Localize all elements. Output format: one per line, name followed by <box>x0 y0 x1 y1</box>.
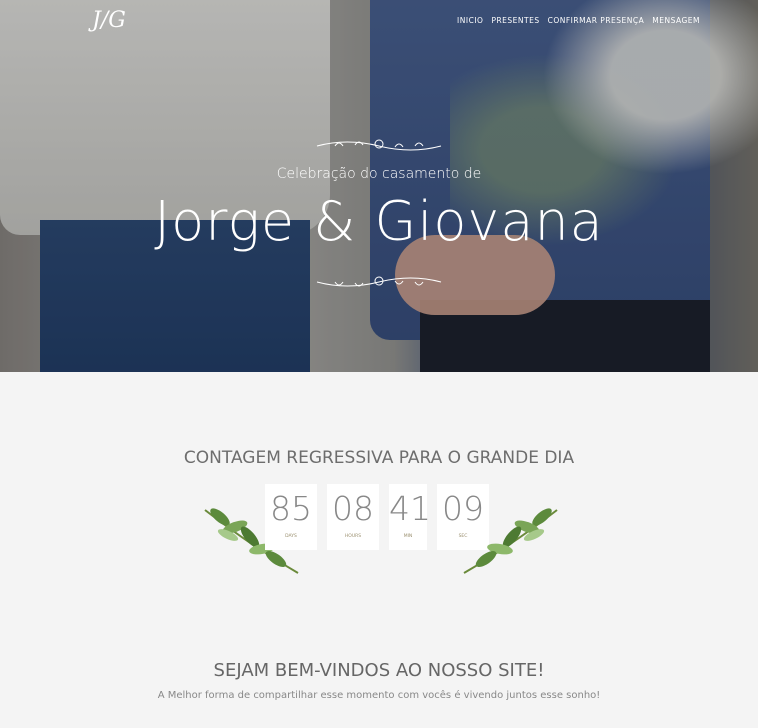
countdown-hours: 08 HOURS <box>327 484 379 550</box>
welcome-title: SEJAM BEM-VINDOS AO NOSSO SITE! <box>213 660 545 681</box>
ornament-top-icon <box>316 139 442 151</box>
countdown-min-label: MIN <box>403 534 413 539</box>
hero-overlay <box>0 0 758 372</box>
nav-confirmar-presenca[interactable]: CONFIRMAR PRESENÇA <box>548 16 645 25</box>
countdown: 85 DAYS 08 HOURS 41 MIN 09 SEC <box>265 484 489 550</box>
couple-names: Jorge & Giovana <box>154 190 604 253</box>
main-nav: INICIO PRESENTES CONFIRMAR PRESENÇA MENS… <box>457 16 700 25</box>
countdown-hours-value: 08 <box>332 489 374 528</box>
countdown-days-label: DAYS <box>285 534 297 539</box>
nav-presentes[interactable]: PRESENTES <box>491 16 539 25</box>
welcome-text: A Melhor forma de compartilhar esse mome… <box>157 690 601 701</box>
countdown-days-value: 85 <box>270 489 312 528</box>
countdown-days: 85 DAYS <box>265 484 317 550</box>
ornament-bottom-icon <box>316 276 442 287</box>
nav-mensagem[interactable]: MENSAGEM <box>652 16 700 25</box>
nav-inicio[interactable]: INICIO <box>457 16 483 25</box>
countdown-min: 41 MIN <box>389 484 431 550</box>
hero-subtitle: Celebração do casamento de <box>276 166 482 182</box>
countdown-title: CONTAGEM REGRESSIVA PARA O GRANDE DIA <box>183 448 575 468</box>
right-leaf-branch-icon <box>463 508 558 574</box>
countdown-hours-label: HOURS <box>344 534 362 539</box>
hero-photo: J/G INICIO PRESENTES CONFIRMAR PRESENÇA … <box>0 0 758 372</box>
countdown-min-value: 41 <box>389 489 431 528</box>
site-logo[interactable]: J/G <box>92 8 126 33</box>
